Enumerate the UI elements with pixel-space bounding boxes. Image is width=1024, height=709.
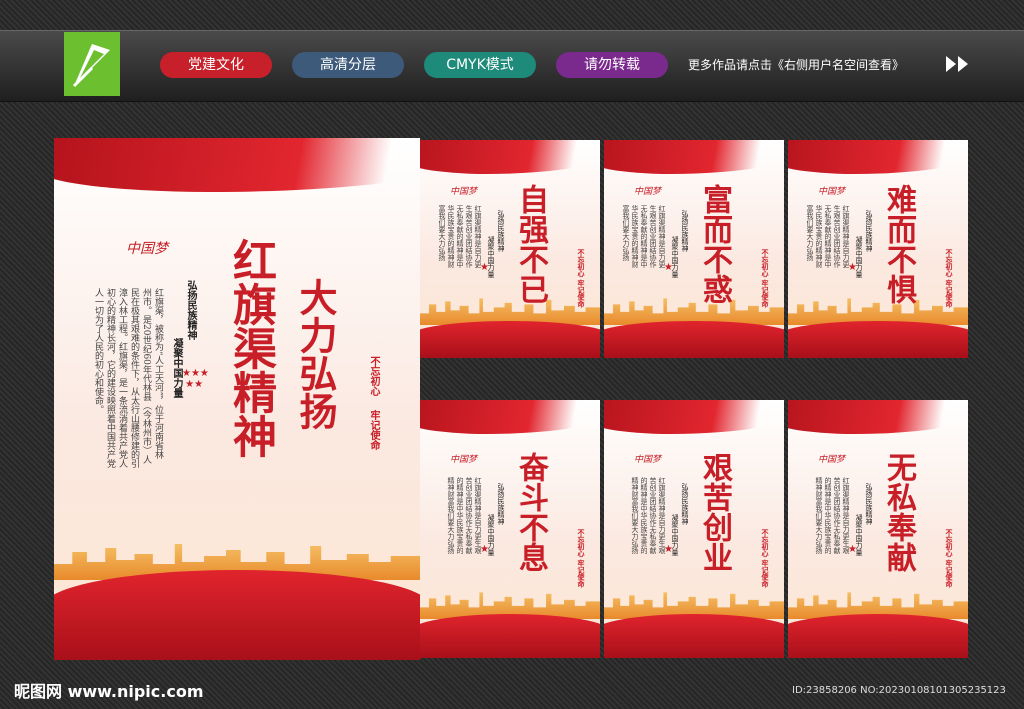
poster-title: 奋斗不息 bbox=[513, 451, 548, 572]
star-decoration: ★ bbox=[848, 262, 857, 274]
main-title: 红旗渠精神 bbox=[225, 238, 276, 458]
poster-subtitle-1: 弘扬民族精神 bbox=[497, 209, 505, 252]
poster-subtitle-1: 弘扬民族精神 bbox=[681, 482, 689, 525]
tag-hd-layers[interactable]: 高清分层 bbox=[292, 52, 404, 78]
seal-text: 不忘初心 牢记使命 bbox=[945, 249, 954, 308]
main-subtitle-1: 弘扬民族精神 bbox=[185, 280, 196, 340]
star-decoration: ★ bbox=[480, 544, 489, 556]
red-flag-decoration bbox=[420, 140, 600, 174]
small-poster: 中国梦 无私奉献 弘扬民族精神 凝聚中国力量 红旗渠精神是自力更生艰苦创业团结协… bbox=[788, 400, 968, 658]
star-decoration: ★ bbox=[664, 262, 673, 274]
poster-body-text: 红旗渠精神是自力更生艰苦创业团结协作无私奉献的精神是中华民族宝贵的精神财富我们要… bbox=[815, 477, 850, 555]
china-dream-mark: 中国梦 bbox=[126, 241, 168, 257]
poster-body-text: 红旗渠精神是自力更生艰苦创业团结协作无私奉献的精神是中华民族宝贵的精神财富我们要… bbox=[631, 477, 666, 555]
tag-no-repost[interactable]: 请勿转载 bbox=[556, 52, 668, 78]
poster-subtitle-1: 弘扬民族精神 bbox=[865, 209, 873, 252]
poster-title: 富而不惑 bbox=[697, 183, 732, 304]
red-silk-wave bbox=[54, 570, 420, 660]
seal-text: 不忘初心 牢记使命 bbox=[761, 529, 770, 588]
poster-body-text: 红旗渠精神是自力更生艰苦创业团结协作无私奉献的精神是中华民族宝贵的精神财富我们要… bbox=[438, 205, 482, 269]
red-silk-wave bbox=[420, 614, 600, 658]
poster-title: 艰苦创业 bbox=[697, 451, 732, 572]
small-poster: 中国梦 奋斗不息 弘扬民族精神 凝聚中国力量 红旗渠精神是自力更生艰苦创业团结协… bbox=[420, 400, 600, 658]
poster-title: 自强不已 bbox=[513, 183, 548, 304]
seal-text: 不忘初心 牢记使命 bbox=[761, 249, 770, 308]
double-arrow-icon[interactable] bbox=[944, 54, 974, 74]
red-silk-wave bbox=[604, 614, 784, 658]
red-flag-decoration bbox=[788, 400, 968, 434]
red-silk-wave bbox=[788, 614, 968, 658]
main-slogan: 大力弘扬 bbox=[293, 278, 338, 430]
china-dream-mark: 中国梦 bbox=[450, 186, 478, 197]
china-dream-mark: 中国梦 bbox=[818, 186, 846, 197]
red-silk-wave bbox=[788, 320, 968, 358]
more-works-link[interactable]: 更多作品请点击《右侧用户名空间查看》 bbox=[688, 56, 904, 73]
poster-subtitle-1: 弘扬民族精神 bbox=[497, 482, 505, 525]
seal-keep-mission: 牢记使命 bbox=[368, 410, 379, 450]
china-dream-mark: 中国梦 bbox=[818, 454, 846, 465]
star-decoration: ★ bbox=[848, 544, 857, 556]
china-dream-mark: 中国梦 bbox=[634, 454, 662, 465]
small-poster: 中国梦 艰苦创业 弘扬民族精神 凝聚中国力量 红旗渠精神是自力更生艰苦创业团结协… bbox=[604, 400, 784, 658]
poster-title: 难而不惧 bbox=[881, 183, 916, 304]
poster-subtitle-1: 弘扬民族精神 bbox=[681, 209, 689, 252]
red-flag-decoration bbox=[420, 400, 600, 434]
pen-nib-icon bbox=[72, 44, 110, 88]
main-poster: 中国梦 红旗渠精神 大力弘扬 弘扬民族精神 凝聚中国力量 红旗渠，被称为“人工天… bbox=[54, 138, 420, 660]
tag-cmyk-mode[interactable]: CMYK模式 bbox=[424, 52, 536, 78]
site-watermark: 昵图网 www.nipic.com bbox=[14, 682, 204, 701]
poster-body-text: 红旗渠精神是自力更生艰苦创业团结协作无私奉献的精神是中华民族宝贵的精神财富我们要… bbox=[447, 477, 482, 555]
poster-body-text: 红旗渠精神是自力更生艰苦创业团结协作无私奉献的精神是中华民族宝贵的精神财富我们要… bbox=[806, 205, 850, 269]
china-dream-mark: 中国梦 bbox=[634, 186, 662, 197]
seal-text: 不忘初心 牢记使命 bbox=[945, 529, 954, 588]
seal-remember-mission: 不忘初心 bbox=[368, 356, 379, 396]
star-decoration: ★ bbox=[664, 544, 673, 556]
small-poster: 中国梦 富而不惑 弘扬民族精神 凝聚中国力量 红旗渠精神是自力更生艰苦创业团结协… bbox=[604, 140, 784, 358]
poster-subtitle-1: 弘扬民族精神 bbox=[865, 482, 873, 525]
main-subtitle-2: 凝聚中国力量 bbox=[171, 338, 182, 398]
tag-party-culture[interactable]: 党建文化 bbox=[160, 52, 272, 78]
poster-body-text: 红旗渠精神是自力更生艰苦创业团结协作无私奉献的精神是中华民族宝贵的精神财富我们要… bbox=[622, 205, 666, 269]
red-silk-wave bbox=[604, 320, 784, 358]
red-flag-decoration bbox=[604, 400, 784, 434]
brand-logo bbox=[64, 32, 120, 96]
star-decoration: ★★★ ★★ bbox=[182, 368, 209, 390]
red-flag-decoration bbox=[604, 140, 784, 174]
red-silk-wave bbox=[420, 320, 600, 358]
seal-text: 不忘初心 牢记使命 bbox=[577, 529, 586, 588]
star-decoration: ★ bbox=[480, 262, 489, 274]
seal-text: 不忘初心 牢记使命 bbox=[577, 249, 586, 308]
small-poster: 中国梦 自强不已 弘扬民族精神 凝聚中国力量 红旗渠精神是自力更生艰苦创业团结协… bbox=[420, 140, 600, 358]
small-poster: 中国梦 难而不惧 弘扬民族精神 凝聚中国力量 红旗渠精神是自力更生艰苦创业团结协… bbox=[788, 140, 968, 358]
main-body-text: 红旗渠，被称为“人工天河”，位于河南省林州市。是20世纪60年代林县（今林州市）… bbox=[93, 288, 163, 468]
china-dream-mark: 中国梦 bbox=[450, 454, 478, 465]
red-flag-decoration bbox=[788, 140, 968, 174]
image-id: ID:23858206 NO:20230108101305235123 bbox=[792, 685, 1006, 696]
poster-title: 无私奉献 bbox=[881, 451, 916, 572]
red-flag-decoration bbox=[54, 138, 420, 192]
